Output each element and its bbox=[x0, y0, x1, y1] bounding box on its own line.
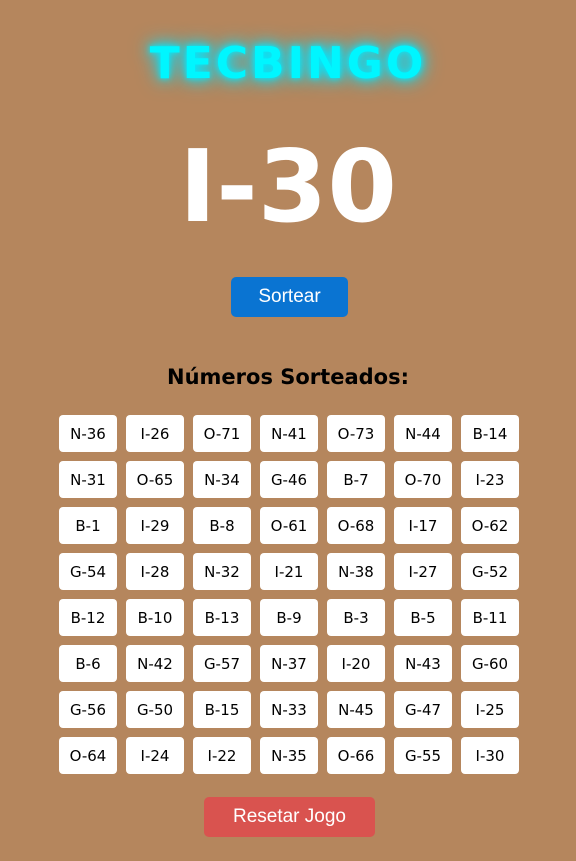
current-number-display: I-30 bbox=[179, 128, 397, 245]
drawn-number-cell: N-36 bbox=[59, 415, 117, 452]
drawn-number-cell: N-37 bbox=[260, 645, 318, 682]
drawn-number-cell: O-68 bbox=[327, 507, 385, 544]
drawn-number-cell: N-38 bbox=[327, 553, 385, 590]
drawn-number-cell: G-57 bbox=[193, 645, 251, 682]
drawn-number-cell: B-6 bbox=[59, 645, 117, 682]
drawn-number-cell: N-41 bbox=[260, 415, 318, 452]
drawn-number-cell: N-32 bbox=[193, 553, 251, 590]
drawn-number-cell: O-66 bbox=[327, 737, 385, 774]
reset-game-button[interactable]: Resetar Jogo bbox=[204, 797, 375, 837]
draw-button[interactable]: Sortear bbox=[231, 277, 348, 317]
drawn-number-cell: I-26 bbox=[126, 415, 184, 452]
drawn-number-cell: N-44 bbox=[394, 415, 452, 452]
drawn-number-cell: I-28 bbox=[126, 553, 184, 590]
drawn-number-cell: I-17 bbox=[394, 507, 452, 544]
drawn-number-cell: I-30 bbox=[461, 737, 519, 774]
drawn-number-cell: B-14 bbox=[461, 415, 519, 452]
drawn-number-cell: B-8 bbox=[193, 507, 251, 544]
drawn-number-cell: G-55 bbox=[394, 737, 452, 774]
drawn-number-cell: B-9 bbox=[260, 599, 318, 636]
drawn-number-cell: B-12 bbox=[59, 599, 117, 636]
drawn-number-cell: O-70 bbox=[394, 461, 452, 498]
drawn-number-cell: G-54 bbox=[59, 553, 117, 590]
drawn-number-cell: B-3 bbox=[327, 599, 385, 636]
drawn-number-cell: O-62 bbox=[461, 507, 519, 544]
drawn-number-cell: G-60 bbox=[461, 645, 519, 682]
drawn-number-cell: O-65 bbox=[126, 461, 184, 498]
drawn-number-cell: N-43 bbox=[394, 645, 452, 682]
drawn-number-cell: B-10 bbox=[126, 599, 184, 636]
drawn-number-cell: I-24 bbox=[126, 737, 184, 774]
drawn-number-cell: O-73 bbox=[327, 415, 385, 452]
drawn-number-cell: O-61 bbox=[260, 507, 318, 544]
drawn-number-cell: O-64 bbox=[59, 737, 117, 774]
drawn-number-cell: I-27 bbox=[394, 553, 452, 590]
drawn-number-cell: N-45 bbox=[327, 691, 385, 728]
drawn-number-cell: B-15 bbox=[193, 691, 251, 728]
drawn-number-cell: I-23 bbox=[461, 461, 519, 498]
drawn-numbers-heading: Números Sorteados: bbox=[167, 365, 409, 389]
drawn-number-cell: N-35 bbox=[260, 737, 318, 774]
drawn-number-cell: B-5 bbox=[394, 599, 452, 636]
drawn-number-cell: B-13 bbox=[193, 599, 251, 636]
drawn-number-cell: N-42 bbox=[126, 645, 184, 682]
drawn-number-cell: G-47 bbox=[394, 691, 452, 728]
drawn-number-cell: G-56 bbox=[59, 691, 117, 728]
drawn-number-cell: N-33 bbox=[260, 691, 318, 728]
drawn-number-cell: I-20 bbox=[327, 645, 385, 682]
drawn-numbers-grid: N-36 I-26 O-71 N-41 O-73 N-44 B-14 N-31 O-65 N-34… bbox=[59, 415, 521, 774]
drawn-number-cell: G-50 bbox=[126, 691, 184, 728]
drawn-number-cell: B-11 bbox=[461, 599, 519, 636]
drawn-number-cell: G-46 bbox=[260, 461, 318, 498]
drawn-number-cell: I-25 bbox=[461, 691, 519, 728]
drawn-number-cell: B-1 bbox=[59, 507, 117, 544]
drawn-number-cell: I-22 bbox=[193, 737, 251, 774]
drawn-number-cell: O-71 bbox=[193, 415, 251, 452]
drawn-number-cell: N-31 bbox=[59, 461, 117, 498]
drawn-number-cell: I-29 bbox=[126, 507, 184, 544]
drawn-number-cell: G-52 bbox=[461, 553, 519, 590]
app-title: TECBINGO bbox=[149, 38, 427, 89]
drawn-number-cell: I-21 bbox=[260, 553, 318, 590]
drawn-number-cell: B-7 bbox=[327, 461, 385, 498]
drawn-number-cell: N-34 bbox=[193, 461, 251, 498]
